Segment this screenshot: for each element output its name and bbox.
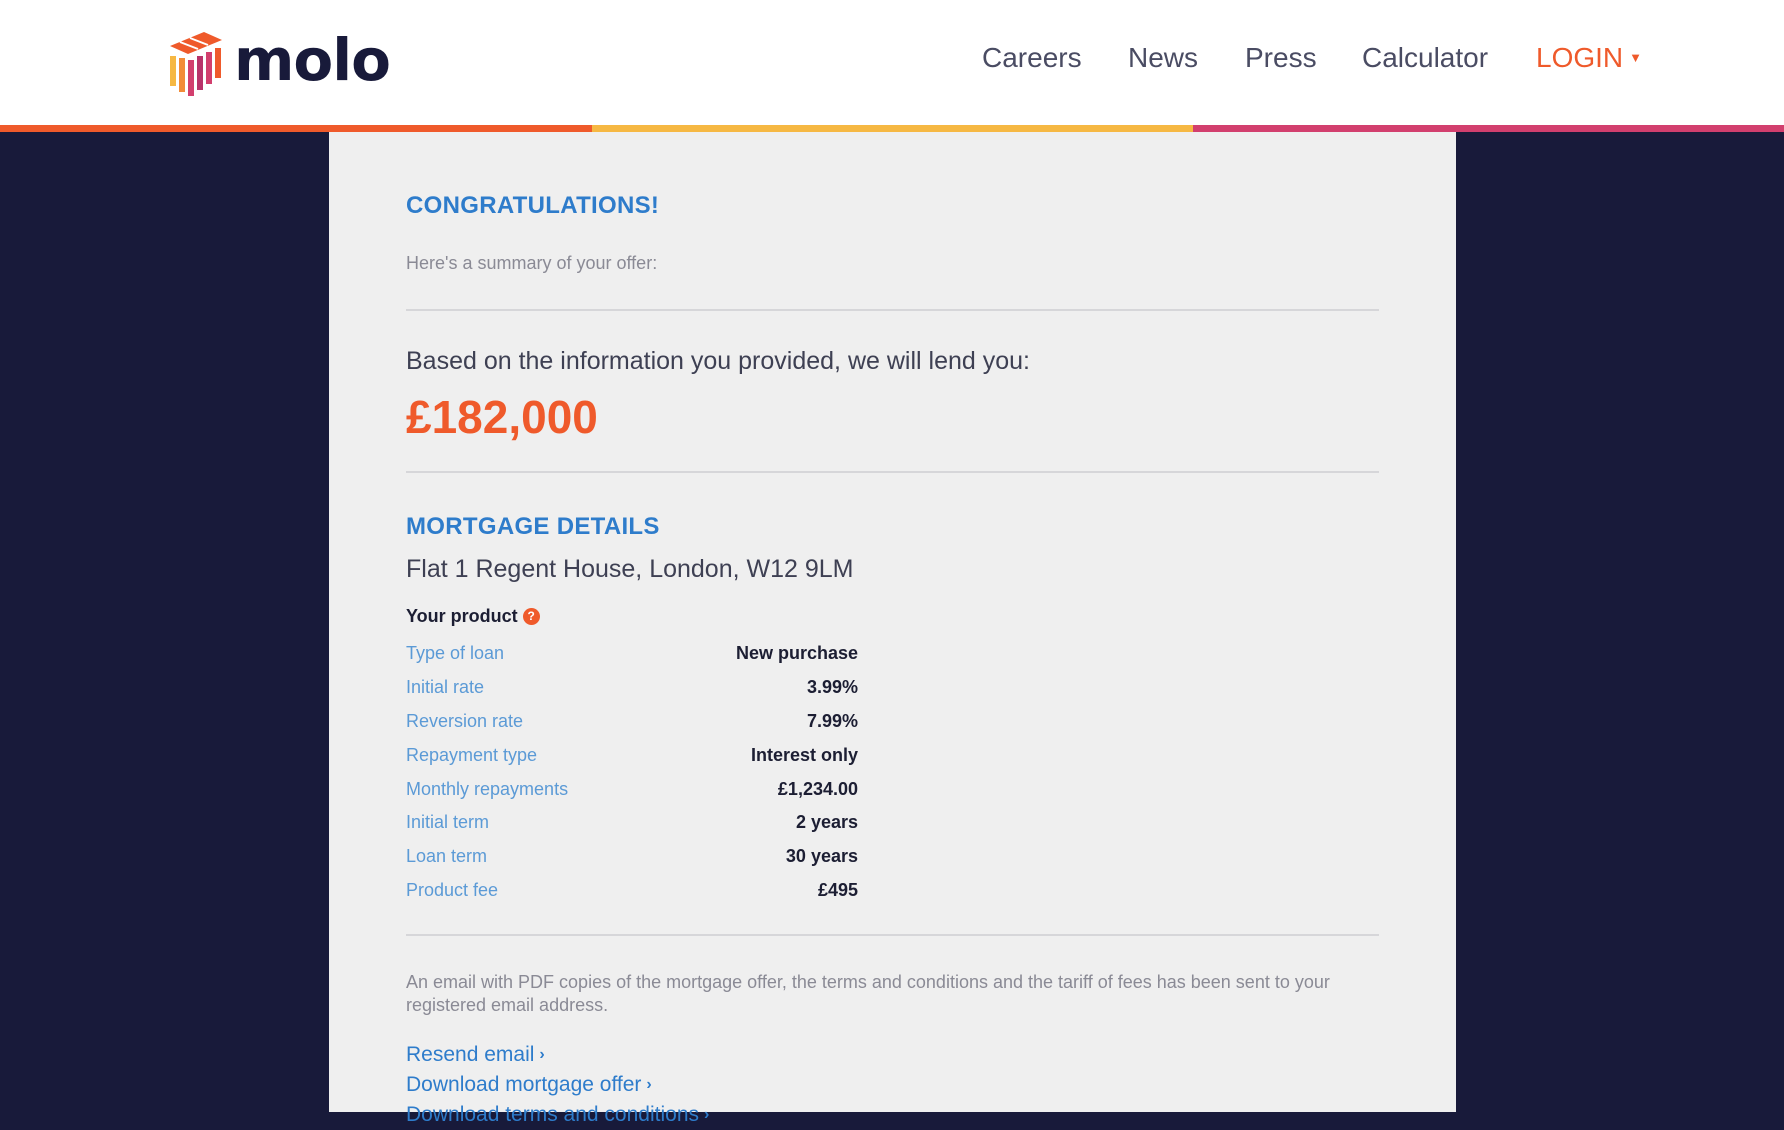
header-stripe-pink	[1193, 125, 1784, 132]
detail-label: Initial rate	[406, 677, 485, 698]
mortgage-details-heading: MORTGAGE DETAILS	[406, 513, 660, 540]
nav-news[interactable]: News	[1128, 38, 1198, 78]
property-address: Flat 1 Regent House, London, W12 9LM	[406, 555, 854, 583]
detail-value: Interest only	[750, 744, 858, 765]
nav-login[interactable]: LOGIN ▼	[1536, 38, 1642, 78]
nav-calculator[interactable]: Calculator	[1362, 38, 1488, 78]
detail-value: £1,234.00	[777, 778, 858, 799]
detail-value: £495	[817, 879, 858, 900]
detail-value: 3.99%	[806, 677, 858, 698]
detail-row-initial-rate: Initial rate 3.99%	[406, 671, 858, 705]
chevron-right-icon: ›	[646, 1076, 652, 1093]
congratulations-heading: CONGRATULATIONS!	[406, 192, 660, 219]
detail-row-repayment-type: Repayment type Interest only	[406, 738, 858, 772]
detail-label: Loan term	[406, 846, 488, 867]
detail-label: Monthly repayments	[406, 778, 569, 799]
divider	[406, 309, 1379, 311]
download-mortgage-offer-link[interactable]: Download mortgage offer ›	[406, 1070, 709, 1100]
detail-row-reversion-rate: Reversion rate 7.99%	[406, 705, 858, 739]
email-confirmation-note: An email with PDF copies of the mortgage…	[406, 972, 1330, 1015]
your-product-heading: Your product ?	[406, 606, 540, 627]
detail-value: 2 years	[795, 812, 858, 833]
detail-label: Type of loan	[406, 643, 505, 664]
site-header: molo Careers News Press Calculator LOGIN…	[0, 0, 1784, 125]
detail-row-type-of-loan: Type of loan New purchase	[406, 637, 858, 671]
offer-card: CONGRATULATIONS! Here's a summary of you…	[329, 132, 1456, 1126]
action-links: Resend email › Download mortgage offer ›…	[406, 1040, 709, 1130]
detail-label: Repayment type	[406, 744, 538, 765]
download-terms-link[interactable]: Download terms and conditions ›	[406, 1100, 709, 1130]
divider	[406, 471, 1379, 473]
detail-row-initial-term: Initial term 2 years	[406, 806, 858, 840]
login-label: LOGIN	[1536, 42, 1624, 73]
lend-intro-text: Based on the information you provided, w…	[406, 347, 1030, 375]
detail-label: Initial term	[406, 812, 490, 833]
offer-summary-text: Here's a summary of your offer:	[406, 253, 658, 273]
detail-value: 7.99%	[806, 710, 858, 731]
download-mortgage-offer-label: Download mortgage offer	[406, 1073, 642, 1096]
help-icon[interactable]: ?	[522, 608, 540, 625]
detail-value: New purchase	[735, 643, 858, 664]
your-product-label: Your product	[406, 606, 518, 626]
detail-row-product-fee: Product fee £495	[406, 874, 858, 908]
divider	[406, 934, 1379, 936]
detail-row-monthly-repayments: Monthly repayments £1,234.00	[406, 772, 858, 806]
detail-row-loan-term: Loan term 30 years	[406, 840, 858, 874]
chevron-right-icon: ›	[539, 1046, 545, 1063]
nav-press[interactable]: Press	[1245, 38, 1317, 78]
chevron-down-icon: ▼	[1629, 50, 1643, 65]
header-stripe-orange	[0, 125, 592, 132]
header-stripe-yellow	[592, 125, 1193, 132]
download-terms-label: Download terms and conditions	[406, 1103, 699, 1126]
nav-careers[interactable]: Careers	[982, 38, 1082, 78]
main-nav: Careers News Press Calculator LOGIN ▼	[0, 38, 1784, 78]
resend-email-link[interactable]: Resend email ›	[406, 1040, 709, 1070]
mortgage-details-list: Type of loan New purchase Initial rate 3…	[406, 637, 858, 907]
resend-email-label: Resend email	[406, 1043, 535, 1066]
loan-amount: £182,000	[406, 391, 598, 443]
chevron-right-icon: ›	[704, 1106, 710, 1123]
detail-label: Reversion rate	[406, 710, 524, 731]
detail-label: Product fee	[406, 879, 499, 900]
detail-value: 30 years	[785, 846, 858, 867]
